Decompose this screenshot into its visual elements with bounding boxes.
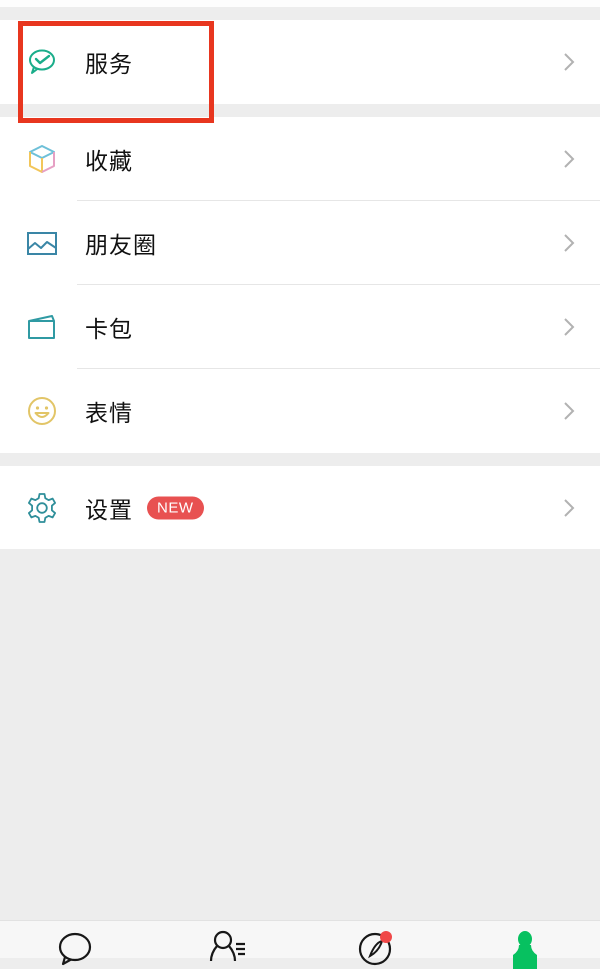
chevron-right-icon	[564, 402, 575, 420]
menu-item-label: 表情	[85, 401, 133, 427]
person-icon	[513, 931, 537, 969]
menu-group-services: 服务	[0, 20, 600, 104]
chevron-right-icon	[564, 53, 575, 71]
menu-item-label: 设置	[85, 497, 133, 524]
cube-icon	[25, 142, 59, 176]
menu-item-label: 收藏	[85, 149, 133, 175]
menu-item-label: 卡包	[85, 317, 133, 343]
menu-item-label: 服务	[85, 52, 133, 78]
chevron-right-icon	[564, 318, 575, 336]
chat-bubble-icon	[58, 932, 92, 966]
smiley-face-icon	[25, 394, 59, 428]
menu-item-stickers[interactable]: 表情	[0, 369, 600, 453]
menu-item-moments[interactable]: 朋友圈	[0, 201, 600, 285]
menu-item-cards[interactable]: 卡包	[0, 285, 600, 369]
menu-group-main: 收藏 朋友圈 卡包 表情	[0, 117, 600, 453]
notification-dot	[380, 931, 392, 943]
contacts-icon	[209, 930, 245, 962]
status-area	[0, 0, 600, 7]
menu-item-services[interactable]: 服务	[0, 20, 600, 104]
new-badge: NEW	[147, 496, 204, 519]
photo-landscape-icon	[25, 226, 59, 260]
tab-me[interactable]	[500, 929, 550, 969]
wechat-pay-check-bubble-icon	[25, 45, 59, 79]
chevron-right-icon	[564, 498, 575, 517]
bottom-tab-bar	[0, 920, 600, 969]
tab-contacts[interactable]	[204, 929, 254, 969]
chevron-right-icon	[564, 234, 575, 252]
tab-discover[interactable]	[350, 929, 400, 969]
menu-item-label: 朋友圈	[85, 233, 157, 259]
menu-group-settings: 设置 NEW	[0, 466, 600, 549]
wallet-card-icon	[25, 310, 59, 344]
gear-icon	[25, 491, 59, 525]
tab-chats[interactable]	[50, 929, 100, 969]
chevron-right-icon	[564, 150, 575, 168]
menu-item-settings[interactable]: 设置 NEW	[0, 466, 600, 549]
menu-item-favorites[interactable]: 收藏	[0, 117, 600, 201]
